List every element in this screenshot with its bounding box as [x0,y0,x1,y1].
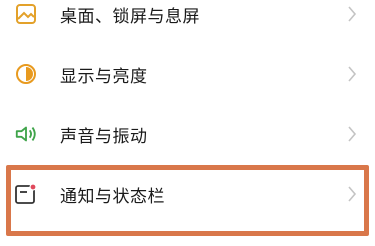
chevron-right-icon [347,66,357,82]
highlight-box [6,165,369,236]
wallpaper-icon [14,2,38,26]
chevron-right-icon [347,126,357,142]
settings-item-display-brightness[interactable]: 显示与亮度 [0,44,375,104]
settings-item-sound-vibration[interactable]: 声音与振动 [0,104,375,164]
settings-item-label: 显示与亮度 [60,66,148,87]
settings-item-label: 声音与振动 [60,126,148,147]
chevron-right-icon [347,6,357,22]
brightness-icon [14,62,38,86]
settings-item-label: 桌面、锁屏与息屏 [60,6,200,27]
settings-item-desktop-lockscreen[interactable]: 桌面、锁屏与息屏 [0,0,375,44]
speaker-icon [14,122,38,146]
